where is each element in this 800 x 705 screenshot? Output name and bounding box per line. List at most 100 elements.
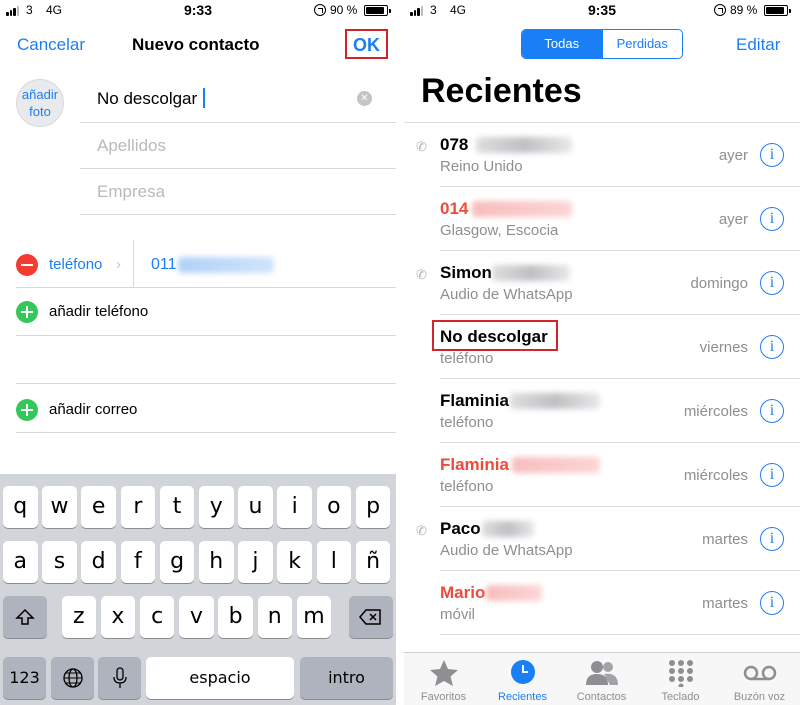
caller-name: Mario	[440, 583, 486, 602]
add-phone-icon[interactable]	[16, 301, 38, 323]
caller-name: Flaminia	[440, 391, 509, 410]
add-email-button[interactable]: añadir correo	[49, 401, 137, 418]
caller-name: Paco	[440, 519, 481, 538]
key-g[interactable]: g	[159, 541, 195, 583]
key-o[interactable]: o	[316, 486, 352, 528]
divider	[16, 432, 396, 433]
key-i[interactable]: i	[277, 486, 312, 528]
tab-missed[interactable]: Perdidas	[601, 30, 683, 58]
tab-all[interactable]: Todas	[522, 30, 602, 58]
shift-key[interactable]	[3, 596, 47, 638]
info-icon[interactable]: i	[760, 399, 784, 423]
chevron-right-icon: ›	[116, 256, 121, 273]
key-w[interactable]: w	[42, 486, 77, 528]
divider	[16, 287, 396, 288]
key-z[interactable]: z	[61, 596, 96, 638]
key-u[interactable]: u	[238, 486, 273, 528]
info-icon[interactable]: i	[760, 207, 784, 231]
caller-name: Flaminia	[440, 455, 509, 474]
call-date: ayer	[718, 147, 748, 164]
page-title: Nuevo contacto	[132, 35, 260, 54]
key-d[interactable]: d	[81, 541, 116, 583]
call-date: viernes	[699, 339, 748, 356]
key-x[interactable]: x	[100, 596, 136, 638]
call-source: teléfono	[440, 414, 494, 431]
info-icon[interactable]: i	[760, 591, 784, 615]
divider	[16, 383, 396, 384]
key-m[interactable]: m	[296, 596, 332, 638]
recent-call-row[interactable]: 014 Glasgow, Escocia ayer i	[404, 187, 800, 251]
recent-call-row[interactable]: Flaminia teléfono miércoles i	[404, 379, 800, 443]
recent-call-row[interactable]: ✆ Simon Audio de WhatsApp domingo i	[404, 251, 800, 315]
call-source: móvil	[440, 606, 476, 623]
key-ñ[interactable]: ñ	[355, 541, 391, 583]
tab-label: Teclado	[661, 691, 700, 703]
key-f[interactable]: f	[120, 541, 156, 583]
tab-contacts[interactable]: Contactos	[562, 653, 641, 705]
clear-icon[interactable]: ✕	[357, 91, 372, 106]
key-e[interactable]: e	[81, 486, 116, 528]
delete-key[interactable]	[349, 596, 393, 638]
key-p[interactable]: p	[355, 486, 391, 528]
battery-icon	[764, 5, 791, 16]
key-a[interactable]: a	[3, 541, 38, 583]
key-q[interactable]: q	[3, 486, 38, 528]
key-t[interactable]: t	[159, 486, 195, 528]
ok-label: OK	[353, 35, 380, 55]
info-icon[interactable]: i	[760, 463, 784, 487]
key-n[interactable]: n	[257, 596, 292, 638]
add-phone-button[interactable]: añadir teléfono	[49, 303, 148, 320]
key-r[interactable]: r	[120, 486, 156, 528]
globe-key[interactable]	[51, 657, 94, 699]
key-b[interactable]: b	[218, 596, 253, 638]
call-date: miércoles	[683, 403, 748, 420]
key-h[interactable]: h	[199, 541, 234, 583]
recent-call-row[interactable]: ✆ Paco Audio de WhatsApp martes i	[404, 507, 800, 571]
call-date: martes	[702, 531, 748, 548]
edit-button[interactable]: Editar	[736, 35, 780, 55]
info-icon[interactable]: i	[760, 527, 784, 551]
call-date: martes	[702, 595, 748, 612]
key-c[interactable]: c	[139, 596, 175, 638]
tab-voicemail[interactable]: Buzón voz	[720, 653, 799, 705]
keypad-icon	[668, 660, 693, 689]
recent-call-row[interactable]: Flaminia teléfono miércoles i	[404, 443, 800, 507]
phone-label-selector[interactable]: teléfono	[49, 256, 102, 273]
ok-button[interactable]: OK	[345, 29, 388, 59]
last-name-input[interactable]: Apellidos	[97, 136, 166, 156]
call-source: Reino Unido	[440, 158, 523, 175]
tab-favorites[interactable]: Favoritos	[404, 653, 483, 705]
first-name-input[interactable]: No descolgar	[97, 89, 197, 109]
return-key[interactable]: intro	[300, 657, 393, 699]
cancel-button[interactable]: Cancelar	[17, 35, 85, 55]
redacted-text	[510, 393, 600, 409]
tab-keypad[interactable]: Teclado	[641, 653, 720, 705]
key-v[interactable]: v	[179, 596, 214, 638]
remove-phone-icon[interactable]	[16, 254, 38, 276]
dictation-key[interactable]	[98, 657, 141, 699]
info-icon[interactable]: i	[760, 143, 784, 167]
recent-call-row[interactable]: ✆ 078 Reino Unido ayer i	[404, 123, 800, 187]
tab-bar: Favoritos Recientes Contactos Teclado Bu…	[404, 652, 800, 705]
key-y[interactable]: y	[199, 486, 234, 528]
status-bar: 3 4G 9:35 89 %	[404, 0, 800, 22]
info-icon[interactable]: i	[760, 335, 784, 359]
outgoing-call-icon: ✆	[416, 267, 427, 282]
space-key[interactable]: espacio	[146, 657, 294, 699]
info-icon[interactable]: i	[760, 271, 784, 295]
segmented-control: Todas Perdidas	[521, 29, 683, 59]
add-email-icon[interactable]	[16, 399, 38, 421]
globe-icon	[62, 668, 83, 688]
add-photo-button[interactable]: añadir foto	[16, 79, 64, 127]
divider	[133, 240, 134, 288]
key-k[interactable]: k	[277, 541, 312, 583]
call-source: Audio de WhatsApp	[440, 542, 573, 559]
numbers-key[interactable]: 123	[3, 657, 46, 699]
key-j[interactable]: j	[238, 541, 273, 583]
phone-number-input[interactable]: 011	[151, 256, 177, 274]
tab-recents[interactable]: Recientes	[483, 653, 562, 705]
recent-call-row[interactable]: Mario móvil martes i	[404, 571, 800, 635]
company-input[interactable]: Empresa	[97, 182, 165, 202]
key-l[interactable]: l	[316, 541, 352, 583]
key-s[interactable]: s	[42, 541, 77, 583]
